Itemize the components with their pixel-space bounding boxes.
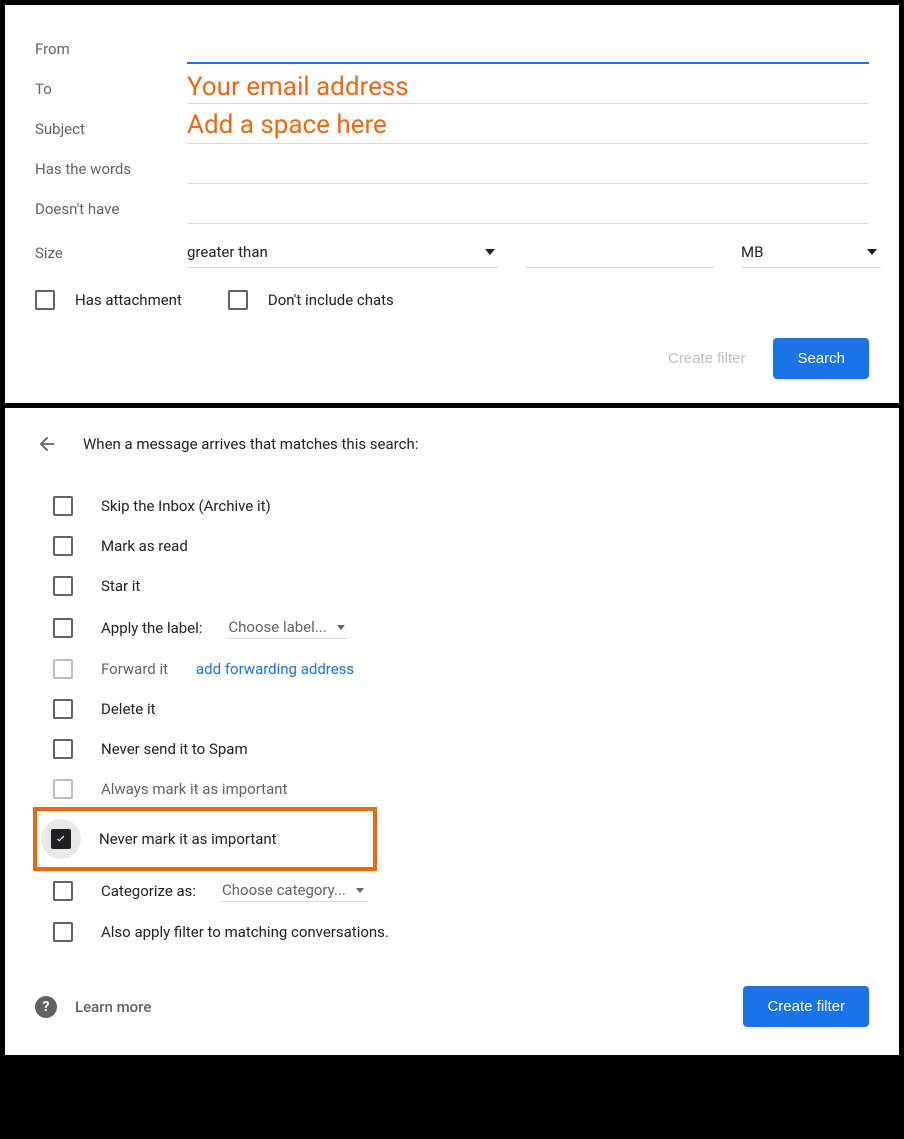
- select-apply_label[interactable]: Choose label...: [226, 616, 348, 639]
- doesnt-have-input[interactable]: [187, 194, 869, 224]
- action-label-never_spam: Never send it to Spam: [101, 740, 248, 758]
- search-buttons-row: Create filter Search: [35, 338, 869, 379]
- action-label-always_important: Always mark it as important: [101, 780, 287, 798]
- action-apply_label: Apply the label: Choose label...: [43, 606, 869, 649]
- checkbox-always_important[interactable]: [53, 779, 73, 799]
- checkbox-categorize[interactable]: [53, 881, 73, 901]
- options-row: Has attachment Don't include chats: [35, 290, 869, 310]
- filter-actions-footer: ? Learn more Create filter: [35, 986, 869, 1027]
- checkbox-also_apply[interactable]: [53, 922, 73, 942]
- action-categorize: Categorize as: Choose category...: [43, 869, 869, 912]
- field-row-from: From: [35, 33, 869, 64]
- action-never_spam: Never send it to Spam: [43, 729, 869, 769]
- size-operator-value: greater than: [187, 243, 268, 261]
- learn-more-link[interactable]: ? Learn more: [35, 996, 151, 1018]
- checkbox-never_important[interactable]: [51, 829, 71, 849]
- checkbox-apply_label[interactable]: [53, 618, 73, 638]
- action-label-also_apply: Also apply filter to matching conversati…: [101, 923, 389, 941]
- create-filter-button[interactable]: Create filter: [743, 986, 869, 1027]
- to-label: To: [35, 80, 187, 104]
- subject-label: Subject: [35, 120, 187, 144]
- has-attachment-checkbox[interactable]: Has attachment: [35, 290, 182, 310]
- has-words-label: Has the words: [35, 160, 187, 184]
- action-label-skip_inbox: Skip the Inbox (Archive it): [101, 497, 271, 515]
- field-row-has-words: Has the words: [35, 154, 869, 184]
- action-label-never_important: Never mark it as important: [99, 830, 277, 848]
- checkbox-delete_it[interactable]: [53, 699, 73, 719]
- action-label-forward_it: Forward it: [101, 660, 168, 678]
- has-words-input[interactable]: [187, 154, 869, 184]
- chevron-down-icon: [337, 625, 345, 630]
- field-row-doesnt-have: Doesn't have: [35, 194, 869, 224]
- action-also_apply: Also apply filter to matching conversati…: [43, 912, 869, 952]
- search-button[interactable]: Search: [773, 338, 869, 379]
- create-filter-link[interactable]: Create filter: [668, 350, 746, 367]
- learn-more-label: Learn more: [75, 998, 151, 1016]
- chevron-down-icon: [867, 249, 877, 255]
- action-skip_inbox: Skip the Inbox (Archive it): [43, 486, 869, 526]
- action-label-delete_it: Delete it: [101, 700, 156, 718]
- doesnt-have-label: Doesn't have: [35, 200, 187, 224]
- field-row-subject: Subject Add a space here: [35, 114, 869, 144]
- action-star_it: Star it: [43, 566, 869, 606]
- from-label: From: [35, 40, 187, 64]
- from-input-wrap: [187, 33, 869, 64]
- checkbox-mark_read[interactable]: [53, 536, 73, 556]
- size-row: Size greater than MB: [35, 236, 869, 268]
- action-mark_read: Mark as read: [43, 526, 869, 566]
- action-label-categorize: Categorize as:: [101, 882, 196, 900]
- filter-actions-panel: When a message arrives that matches this…: [0, 408, 904, 1060]
- checkbox-star_it[interactable]: [53, 576, 73, 596]
- action-label-star_it: Star it: [101, 577, 140, 595]
- action-always_important: Always mark it as important: [43, 769, 869, 809]
- filter-actions-header: When a message arrives that matches this…: [35, 432, 869, 456]
- action-forward_it: Forward it add forwarding address: [43, 649, 869, 689]
- size-value-input[interactable]: [525, 236, 715, 268]
- size-operator-select[interactable]: greater than: [187, 237, 499, 268]
- checkbox-skip_inbox[interactable]: [53, 496, 73, 516]
- help-icon: ?: [35, 996, 57, 1018]
- action-never_important: Never mark it as important: [35, 809, 375, 869]
- dont-include-chats-label: Don't include chats: [268, 291, 394, 309]
- has-attachment-label: Has attachment: [75, 291, 182, 309]
- checkbox-forward_it[interactable]: [53, 659, 73, 679]
- filter-actions-title: When a message arrives that matches this…: [83, 435, 418, 453]
- from-input[interactable]: [187, 33, 869, 64]
- checkbox-icon: [35, 290, 55, 310]
- to-input[interactable]: [187, 74, 869, 104]
- subject-input[interactable]: [187, 114, 869, 144]
- search-filter-panel: From To Your email address Subject Add a…: [0, 0, 904, 408]
- action-label-mark_read: Mark as read: [101, 537, 188, 555]
- filter-actions-list: Skip the Inbox (Archive it) Mark as read S…: [43, 486, 869, 952]
- link-forward_it[interactable]: add forwarding address: [196, 660, 354, 678]
- subject-input-wrap: Add a space here: [187, 114, 869, 144]
- to-input-wrap: Your email address: [187, 74, 869, 104]
- action-label-apply_label: Apply the label:: [101, 619, 202, 637]
- dont-include-chats-checkbox[interactable]: Don't include chats: [228, 290, 394, 310]
- size-unit-value: MB: [741, 243, 763, 261]
- action-delete_it: Delete it: [43, 689, 869, 729]
- chevron-down-icon: [356, 888, 364, 893]
- chevron-down-icon: [485, 249, 495, 255]
- checkbox-icon: [228, 290, 248, 310]
- select-categorize[interactable]: Choose category...: [220, 879, 368, 902]
- back-arrow-icon[interactable]: [35, 432, 59, 456]
- checkbox-never_spam[interactable]: [53, 739, 73, 759]
- size-unit-select[interactable]: MB: [741, 237, 881, 268]
- field-row-to: To Your email address: [35, 74, 869, 104]
- size-label: Size: [35, 244, 187, 268]
